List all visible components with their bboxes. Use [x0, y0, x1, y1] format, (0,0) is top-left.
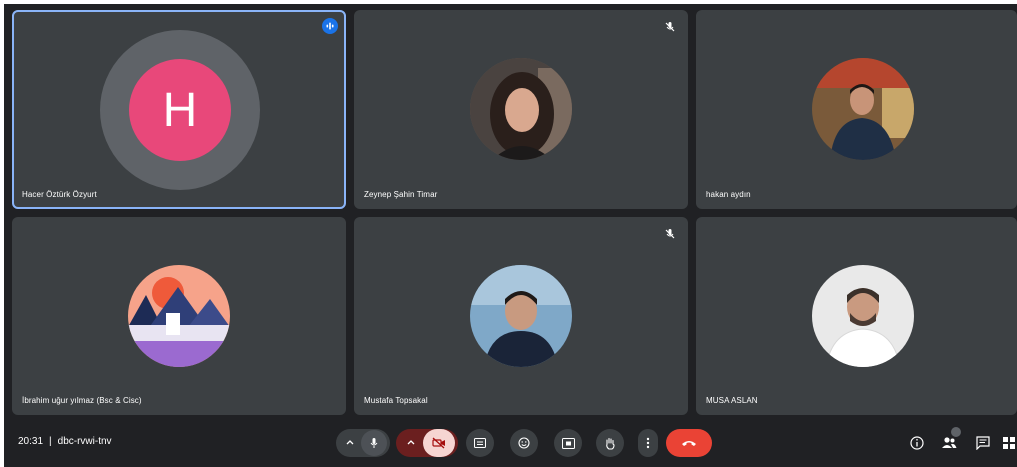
participant-name: Hacer Öztürk Özyurt [22, 190, 97, 199]
participant-tile-hacer[interactable]: H Hacer Öztürk Özyurt [12, 10, 346, 209]
avatar-letter: H [162, 83, 198, 137]
raise-hand-icon [606, 437, 615, 450]
chevron-up-icon [407, 440, 415, 445]
participant-count-badge [950, 426, 962, 438]
muted-mic-icon [664, 227, 676, 239]
present-button[interactable] [554, 429, 582, 457]
more-options-button[interactable] [638, 429, 658, 457]
captions-button[interactable] [466, 429, 494, 457]
camera-off-icon [432, 437, 445, 449]
audio-options-button[interactable] [339, 438, 361, 448]
avatar-photo [470, 58, 572, 160]
chevron-up-icon [346, 440, 354, 445]
people-icon [942, 437, 957, 448]
participant-name: hakan aydın [706, 190, 751, 199]
participant-tile-hakan[interactable]: hakan aydın [696, 10, 1017, 209]
control-bar: 20:31 | dbc-rvwi-tnv [4, 417, 1017, 467]
microphone-icon [370, 438, 378, 448]
participant-tile-mustafa[interactable]: Mustafa Topsakal [354, 217, 688, 415]
present-icon [561, 437, 575, 449]
emoji-icon [518, 437, 530, 449]
meeting-time: 20:31 [18, 436, 44, 447]
activities-icon [1003, 437, 1015, 449]
microphone-button[interactable] [361, 430, 387, 456]
muted-mic-icon [664, 20, 676, 32]
chat-button[interactable] [974, 434, 992, 452]
avatar-photo [812, 58, 914, 160]
camera-group [396, 429, 458, 457]
participant-name: Zeynep Şahin Timar [364, 190, 438, 199]
chat-icon [976, 436, 990, 450]
raise-hand-button[interactable] [596, 429, 624, 457]
avatar-photo [470, 265, 572, 367]
meeting-separator: | [49, 436, 52, 447]
participant-tile-ibrahim[interactable]: İbrahim uğur yılmaz (Bsc & Cisc) [12, 217, 346, 415]
hang-up-icon [682, 441, 696, 446]
speaking-indicator-icon [322, 18, 338, 34]
activities-button[interactable] [1002, 434, 1017, 452]
avatar-illustration [128, 265, 230, 367]
emoji-button[interactable] [510, 429, 538, 457]
participant-name: Mustafa Topsakal [364, 396, 428, 405]
participant-tile-musa[interactable]: MUSA ASLAN [696, 217, 1017, 415]
captions-icon [474, 438, 486, 448]
video-options-button[interactable] [399, 438, 423, 448]
avatar-photo [812, 265, 914, 367]
participant-name: İbrahim uğur yılmaz (Bsc & Cisc) [22, 396, 142, 405]
meeting-details-button[interactable] [908, 434, 926, 452]
leave-call-button[interactable] [666, 429, 712, 457]
participant-name: MUSA ASLAN [706, 396, 758, 405]
people-button[interactable] [940, 426, 962, 452]
camera-button[interactable] [423, 429, 455, 457]
mic-group [336, 429, 390, 457]
participant-tile-zeynep[interactable]: Zeynep Şahin Timar [354, 10, 688, 209]
meeting-info: 20:31 | dbc-rvwi-tnv [18, 436, 112, 447]
info-icon [910, 436, 924, 450]
more-options-icon [646, 437, 650, 449]
meet-window: H Hacer Öztürk Özyurt Zeynep Şahin Timar [4, 4, 1017, 467]
meeting-code: dbc-rvwi-tnv [57, 436, 112, 447]
avatar-letter-circle: H [129, 59, 231, 161]
